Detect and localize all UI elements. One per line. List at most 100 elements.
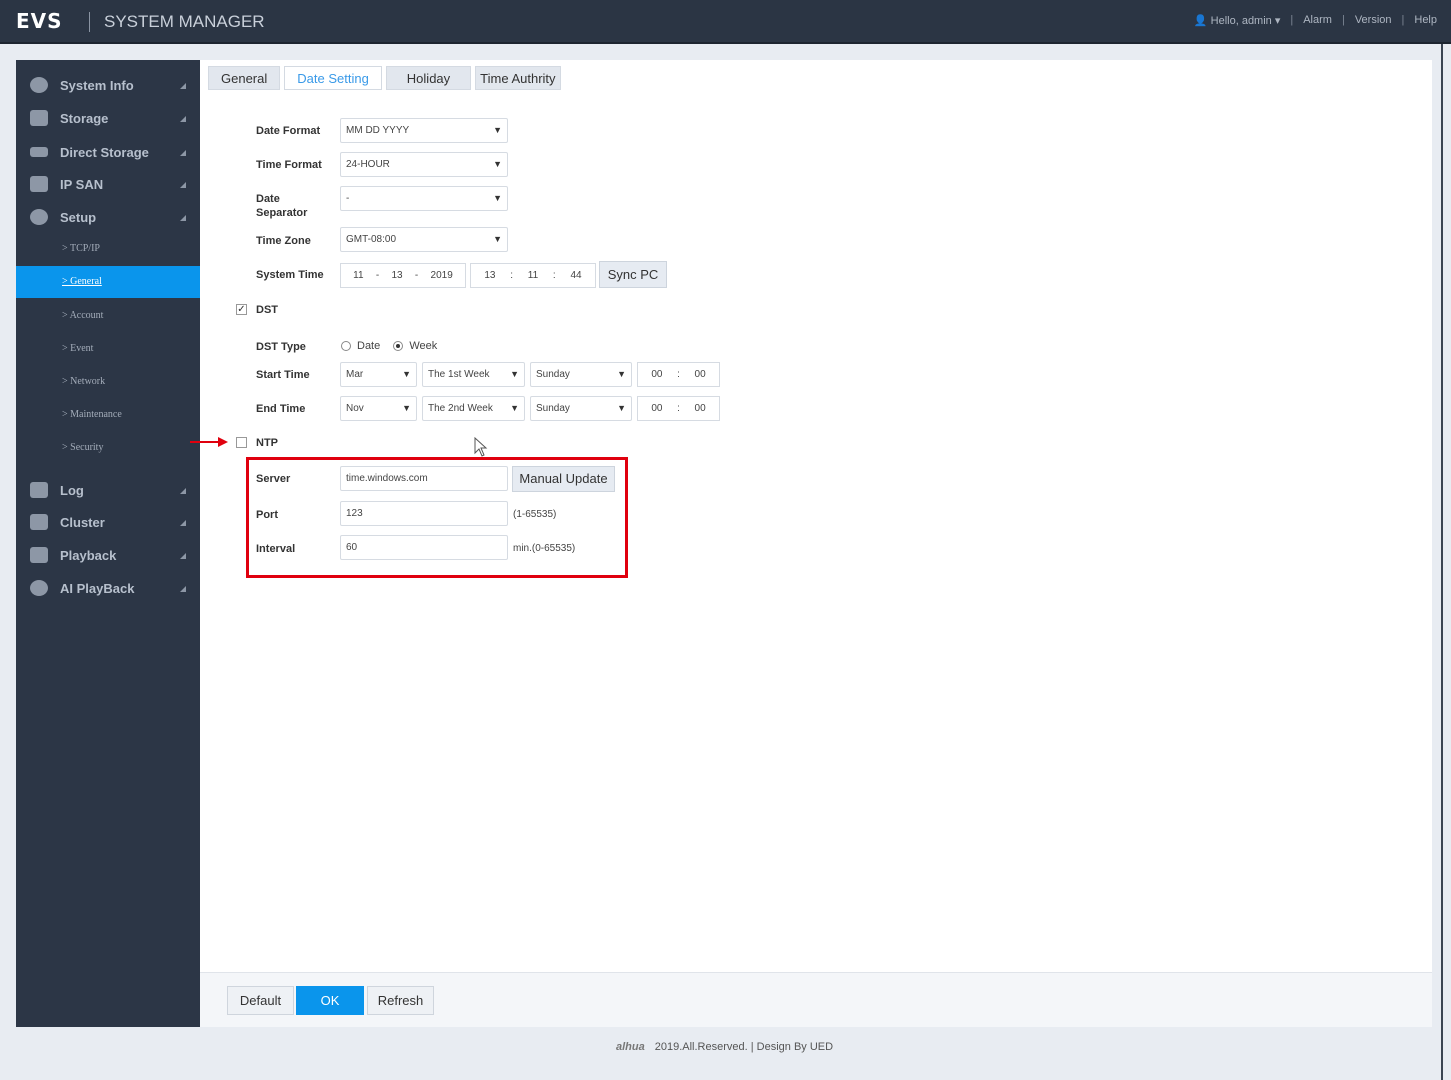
dropdown-arrow-icon: ▼ (493, 234, 502, 244)
end-clock-input[interactable]: 00: 00 (637, 396, 720, 421)
alarm-link[interactable]: Alarm (1303, 14, 1332, 27)
sidebar-item-storage[interactable]: Storage (16, 103, 200, 133)
second-field[interactable]: 44 (570, 264, 581, 287)
dst-checkbox[interactable]: ✓ (236, 304, 247, 315)
sidebar-item-cluster[interactable]: Cluster (16, 507, 200, 537)
window-edge (1441, 44, 1451, 1080)
san-icon (30, 176, 48, 192)
end-day-select[interactable]: Sunday ▼ (530, 396, 632, 421)
tab-holiday[interactable]: Holiday (385, 66, 472, 90)
interval-label: Interval (256, 543, 296, 555)
hour-field[interactable]: 00 (651, 397, 662, 420)
hour-field[interactable]: 00 (651, 363, 662, 386)
sidebar-sub-network[interactable]: > Network (16, 366, 200, 398)
sidebar-sub-maintenance[interactable]: > Maintenance (16, 399, 200, 431)
sync-pc-button[interactable]: Sync PC (599, 261, 667, 288)
separator: - (375, 270, 380, 281)
day-field[interactable]: 13 (391, 264, 402, 287)
start-time-label: Start Time (256, 369, 310, 381)
user-menu[interactable]: 👤 Hello, admin ▾ (1194, 14, 1280, 27)
dropdown-arrow-icon: ▼ (402, 403, 411, 413)
selected-value: The 2nd Week (428, 403, 493, 414)
selected-value: MM DD YYYY (346, 125, 410, 136)
sidebar-sub-account[interactable]: > Account (16, 300, 200, 332)
hour-field[interactable]: 13 (484, 264, 495, 287)
selected-value: Sunday (536, 403, 570, 414)
sidebar-sub-general[interactable]: > General (16, 266, 200, 298)
sidebar-item-direct-storage[interactable]: Direct Storage (16, 137, 200, 167)
sidebar-sub-security[interactable]: > Security (16, 432, 200, 464)
dropdown-arrow-icon: ▼ (493, 159, 502, 169)
ai-playback-icon (30, 580, 48, 596)
end-week-select[interactable]: The 2nd Week ▼ (422, 396, 525, 421)
document-icon (30, 482, 48, 498)
sidebar-item-system-info[interactable]: System Info (16, 70, 200, 100)
selected-value: - (346, 193, 350, 204)
sidebar-item-ai-playback[interactable]: AI PlayBack (16, 573, 200, 603)
sidebar: System Info Storage Direct Storage IP SA… (16, 60, 200, 1027)
selected-value: Mar (346, 369, 364, 380)
minute-field[interactable]: 00 (695, 397, 706, 420)
expand-arrow-icon (180, 586, 186, 592)
tab-general[interactable]: General (208, 66, 281, 90)
separator: : (677, 369, 680, 380)
tab-time-authority[interactable]: Time Authrity (475, 66, 561, 90)
time-zone-label: Time Zone (256, 235, 311, 247)
server-input[interactable]: time.windows.com (340, 466, 508, 491)
sidebar-sub-tcpip[interactable]: > TCP/IP (16, 233, 200, 265)
minute-field[interactable]: 00 (695, 363, 706, 386)
selected-value: Nov (346, 403, 364, 414)
month-field[interactable]: 11 (353, 264, 363, 287)
disk-icon (30, 110, 48, 126)
sidebar-item-playback[interactable]: Playback (16, 540, 200, 570)
start-day-select[interactable]: Sunday ▼ (530, 362, 632, 387)
radio-date[interactable] (341, 341, 351, 352)
expand-arrow-icon (180, 182, 186, 188)
date-separator-select[interactable]: - ▼ (340, 186, 508, 211)
manual-update-button[interactable]: Manual Update (512, 466, 615, 492)
port-range-hint: (1-65535) (513, 509, 557, 520)
selected-value: 24-HOUR (346, 159, 390, 170)
sidebar-item-setup[interactable]: Setup (16, 202, 200, 232)
content-panel: General Date Setting Holiday Time Authri… (190, 60, 1432, 972)
dropdown-arrow-icon: ▼ (402, 369, 411, 379)
dropdown-arrow-icon: ▼ (493, 125, 502, 135)
time-zone-select[interactable]: GMT-08:00 ▼ (340, 227, 508, 252)
sidebar-item-log[interactable]: Log (16, 475, 200, 505)
radio-week[interactable] (393, 341, 404, 352)
sidebar-item-label: Storage (60, 110, 109, 126)
sidebar-item-ip-san[interactable]: IP SAN (16, 169, 200, 199)
sidebar-item-label: Setup (60, 209, 97, 225)
direct-storage-icon (30, 147, 48, 157)
system-date-input[interactable]: 11-13-2019 (340, 263, 466, 288)
version-link[interactable]: Version (1355, 14, 1392, 27)
radio-date-label: Date (357, 340, 381, 352)
port-input[interactable]: 123 (340, 501, 508, 526)
ntp-checkbox[interactable] (236, 437, 247, 448)
system-time-label: System Time (256, 269, 324, 281)
date-format-select[interactable]: MM DD YYYY ▼ (340, 118, 508, 143)
minute-field[interactable]: 11 (528, 264, 538, 287)
sidebar-item-label: IP SAN (60, 176, 104, 192)
brand-logo: alhua (616, 1041, 645, 1053)
start-month-select[interactable]: Mar ▼ (340, 362, 417, 387)
start-clock-input[interactable]: 00: 00 (637, 362, 720, 387)
app-title: SYSTEM MANAGER (104, 12, 265, 31)
ok-button[interactable]: OK (296, 986, 364, 1015)
year-field[interactable]: 2019 (431, 264, 453, 287)
dropdown-arrow-icon: ▼ (510, 403, 519, 413)
dst-type-radio-group: Date Week (341, 340, 437, 352)
refresh-button[interactable]: Refresh (367, 986, 434, 1015)
end-month-select[interactable]: Nov ▼ (340, 396, 417, 421)
system-clock-input[interactable]: 13: 11: 44 (470, 263, 596, 288)
sidebar-sub-event[interactable]: > Event (16, 333, 200, 365)
start-week-select[interactable]: The 1st Week ▼ (422, 362, 525, 387)
expand-arrow-icon (180, 116, 186, 122)
sidebar-item-label: Cluster (60, 514, 105, 530)
default-button[interactable]: Default (227, 986, 294, 1015)
gear-icon (30, 209, 48, 225)
help-link[interactable]: Help (1414, 14, 1437, 27)
interval-input[interactable]: 60 (340, 535, 508, 560)
tab-date-setting[interactable]: Date Setting (284, 66, 382, 90)
time-format-select[interactable]: 24-HOUR ▼ (340, 152, 508, 177)
